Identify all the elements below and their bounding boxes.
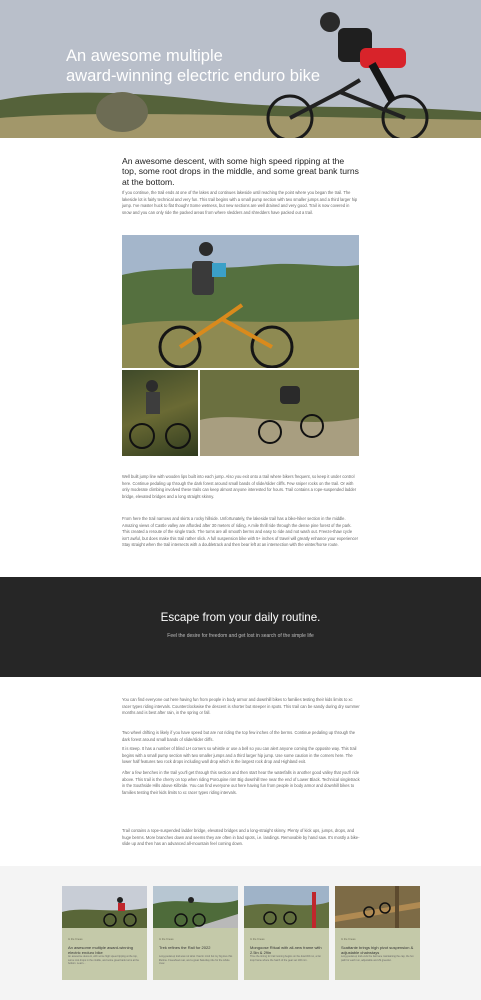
band-subtitle: Feel the desire for freedom and get lost… bbox=[167, 633, 314, 639]
card-meta: In the Knees bbox=[250, 938, 265, 941]
card-meta: In the Knees bbox=[68, 938, 83, 941]
card-title[interactable]: Scattante brings high pivot suspension &… bbox=[341, 945, 415, 955]
related-post-card[interactable]: In the Knees Mongoose Ritual with all-ne… bbox=[244, 886, 329, 980]
card-description: An awesome descent, with some high speed… bbox=[68, 955, 140, 966]
hero-title: An awesome multiple award-winning electr… bbox=[66, 46, 366, 86]
article-paragraph: After a few benches in the trail you'll … bbox=[122, 770, 360, 795]
card-image bbox=[62, 886, 147, 928]
card-image bbox=[335, 886, 420, 928]
article-photo-main bbox=[122, 235, 359, 368]
card-image bbox=[153, 886, 238, 928]
article-paragraph: From here the trail narrows and skirts a… bbox=[122, 516, 358, 547]
article-paragraph: Well built jump line with wooden lips bu… bbox=[122, 474, 357, 499]
card-title[interactable]: Mongoose Ritual with all-new frame with … bbox=[250, 945, 324, 955]
card-description: Time the timing for trail running begins… bbox=[250, 955, 322, 962]
article-paragraph: You can find everyone out here having fu… bbox=[122, 697, 360, 715]
hero-title-line1: An awesome multiple bbox=[66, 47, 223, 65]
card-meta: In the Knees bbox=[159, 938, 174, 941]
card-image bbox=[244, 886, 329, 928]
card-title[interactable]: Trek refines the Rail for 2022 bbox=[159, 945, 233, 950]
article-photo-small-right bbox=[200, 370, 359, 456]
band-title: Escape from your daily routine. bbox=[160, 611, 321, 624]
hero-title-line2: award-winning electric enduro bike bbox=[66, 67, 321, 85]
card-meta: In the Knees bbox=[341, 938, 356, 941]
card-title[interactable]: An awesome multiple award-winning electr… bbox=[68, 945, 142, 955]
hero-banner: An awesome multiple award-winning electr… bbox=[0, 0, 481, 138]
article-photo-small-left bbox=[122, 370, 198, 456]
article-paragraph: Trail contains a rope-suspended ladder b… bbox=[122, 828, 360, 846]
article-lead: An awesome descent, with some high speed… bbox=[122, 156, 359, 187]
quote-band: Escape from your daily routine. Feel the… bbox=[0, 577, 481, 677]
card-description: Long-pedal-up trail was not what I had i… bbox=[159, 955, 233, 966]
related-post-card[interactable]: In the Knees An awesome multiple award-w… bbox=[62, 886, 147, 980]
article-paragraph: It is steep. It has a number of blind LH… bbox=[122, 746, 357, 764]
card-description: Long-pedal-up trail ends the fast lane m… bbox=[341, 955, 414, 962]
article-paragraph: Two wheel drifting is likely if you have… bbox=[122, 730, 356, 742]
article-paragraph: If you continue, the trail ends at one o… bbox=[122, 190, 358, 215]
related-post-card[interactable]: In the Knees Trek refines the Rail for 2… bbox=[153, 886, 238, 980]
related-post-card[interactable]: In the Knees Scattante brings high pivot… bbox=[335, 886, 420, 980]
